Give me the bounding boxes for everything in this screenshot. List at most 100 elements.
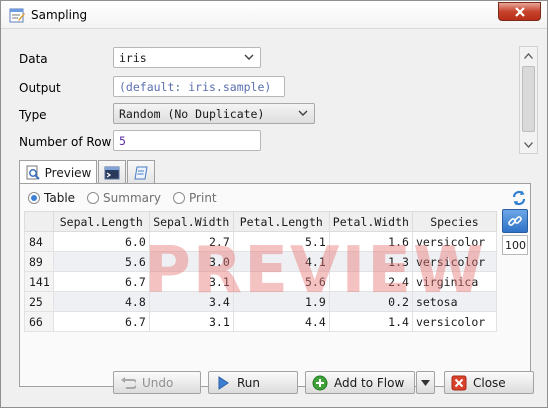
column-header[interactable]: Petal.Width bbox=[328, 211, 413, 232]
row-name: 141 bbox=[24, 271, 54, 292]
run-label: Run bbox=[237, 375, 261, 390]
view-table-radio[interactable]: Table bbox=[28, 191, 75, 205]
table-cell: 6.7 bbox=[52, 311, 150, 332]
close-icon bbox=[451, 375, 467, 390]
form-icon bbox=[9, 8, 25, 23]
table-cell: 2.7 bbox=[148, 231, 234, 252]
table-cell: 1.9 bbox=[232, 291, 330, 312]
row-name: 84 bbox=[24, 231, 54, 252]
play-icon bbox=[218, 375, 229, 390]
table-cell: 6.0 bbox=[52, 231, 150, 252]
form-scrollbar[interactable] bbox=[519, 46, 538, 154]
table-cell: 3.4 bbox=[148, 291, 234, 312]
table-cell: 4.4 bbox=[232, 311, 330, 332]
run-button[interactable]: Run bbox=[208, 371, 298, 394]
table-cell: 3.1 bbox=[148, 271, 234, 292]
table-cell: 3.1 bbox=[148, 311, 234, 332]
preview-row-limit-value: 100 bbox=[505, 239, 526, 252]
view-mode-options: Table Summary Print bbox=[28, 189, 229, 207]
type-select[interactable]: Random (No Duplicate) bbox=[113, 103, 315, 124]
radio-selected-icon bbox=[28, 192, 40, 204]
table-cell: virginica bbox=[411, 271, 497, 292]
preview-panel: Table Summary Print Sepal.Length Sepal.W… bbox=[19, 183, 531, 387]
link-toggle-button[interactable] bbox=[502, 209, 528, 233]
table-cell: 5.6 bbox=[232, 271, 330, 292]
column-header[interactable]: Petal.Length bbox=[232, 211, 330, 232]
parameter-form: Data iris Output (default: iris.sample) … bbox=[9, 36, 538, 156]
caret-down-icon bbox=[421, 379, 430, 386]
link-icon bbox=[508, 216, 522, 226]
table-row: 141 6.7 3.1 5.6 2.4 virginica bbox=[24, 271, 497, 292]
output-input[interactable]: (default: iris.sample) bbox=[113, 76, 285, 97]
view-print-radio[interactable]: Print bbox=[173, 191, 217, 205]
preview-row-limit[interactable]: 100 bbox=[502, 235, 528, 255]
add-to-flow-button[interactable]: Add to Flow bbox=[305, 371, 415, 394]
tab-preview-label: Preview bbox=[44, 166, 92, 180]
column-header[interactable]: Species bbox=[411, 211, 497, 232]
refresh-icon[interactable] bbox=[510, 189, 528, 207]
preview-icon bbox=[26, 165, 40, 180]
output-label: Output bbox=[19, 81, 61, 95]
script-icon bbox=[134, 166, 148, 179]
table-cell: 1.4 bbox=[328, 311, 413, 332]
row-name: 89 bbox=[24, 251, 54, 272]
undo-button[interactable]: Undo bbox=[113, 371, 201, 394]
chevron-up-icon bbox=[524, 52, 533, 59]
close-button[interactable]: Close bbox=[444, 371, 534, 394]
tab-console[interactable] bbox=[98, 160, 126, 184]
table-cell: 2.4 bbox=[328, 271, 413, 292]
column-header[interactable]: Sepal.Length bbox=[52, 211, 150, 232]
table-cell: 4.1 bbox=[232, 251, 330, 272]
chevron-down-icon bbox=[244, 54, 254, 60]
rows-label: Number of Row bbox=[19, 135, 112, 149]
table-cell: 6.7 bbox=[52, 271, 150, 292]
table-cell: 3.0 bbox=[148, 251, 234, 272]
tab-script[interactable] bbox=[127, 160, 155, 184]
chevron-down-icon bbox=[524, 141, 533, 148]
scroll-down-button[interactable] bbox=[520, 136, 537, 153]
table-row: 25 4.8 3.4 1.9 0.2 setosa bbox=[24, 291, 497, 312]
type-label: Type bbox=[19, 108, 47, 122]
table-cell: 4.8 bbox=[52, 291, 150, 312]
add-icon bbox=[312, 375, 328, 390]
radio-icon bbox=[173, 192, 186, 204]
table-row: 84 6.0 2.7 5.1 1.6 versicolor bbox=[24, 231, 497, 252]
preview-table: Sepal.Length Sepal.Width Petal.Length Pe… bbox=[24, 211, 497, 332]
table-cell: versicolor bbox=[411, 311, 497, 332]
chevron-down-icon bbox=[298, 110, 308, 116]
data-select-value: iris bbox=[119, 51, 147, 65]
rows-input[interactable]: 5 bbox=[113, 130, 261, 151]
rows-value: 5 bbox=[119, 134, 126, 148]
data-label: Data bbox=[19, 52, 48, 66]
table-row: 66 6.7 3.1 4.4 1.4 versicolor bbox=[24, 311, 497, 332]
table-cell: 5.1 bbox=[232, 231, 330, 252]
row-name: 66 bbox=[24, 311, 54, 332]
table-cell: 1.6 bbox=[328, 231, 413, 252]
table-row: 89 5.6 3.0 4.1 1.3 versicolor bbox=[24, 251, 497, 272]
undo-label: Undo bbox=[142, 375, 174, 390]
table-cell: setosa bbox=[411, 291, 497, 312]
add-to-flow-label: Add to Flow bbox=[334, 375, 405, 390]
console-icon bbox=[104, 166, 120, 179]
view-summary-radio[interactable]: Summary bbox=[87, 191, 161, 205]
view-summary-label: Summary bbox=[103, 191, 162, 205]
table-header-row: Sepal.Length Sepal.Width Petal.Length Pe… bbox=[24, 211, 497, 232]
window-close-button[interactable] bbox=[498, 2, 541, 21]
view-print-label: Print bbox=[189, 191, 217, 205]
title-bar: Sampling bbox=[1, 1, 547, 29]
data-select[interactable]: iris bbox=[113, 47, 261, 68]
scroll-thumb[interactable] bbox=[522, 66, 535, 132]
row-name-header bbox=[24, 211, 54, 232]
output-placeholder: (default: iris.sample) bbox=[119, 80, 272, 94]
table-cell: 0.2 bbox=[328, 291, 413, 312]
tab-preview[interactable]: Preview bbox=[19, 160, 97, 185]
table-cell: versicolor bbox=[411, 251, 497, 272]
close-icon bbox=[514, 6, 525, 17]
column-header[interactable]: Sepal.Width bbox=[148, 211, 234, 232]
scroll-up-button[interactable] bbox=[520, 47, 537, 64]
view-table-label: Table bbox=[44, 191, 76, 205]
add-to-flow-dropdown[interactable] bbox=[416, 371, 435, 394]
row-name: 25 bbox=[24, 291, 54, 312]
window-title: Sampling bbox=[31, 8, 88, 22]
table-cell: 1.3 bbox=[328, 251, 413, 272]
